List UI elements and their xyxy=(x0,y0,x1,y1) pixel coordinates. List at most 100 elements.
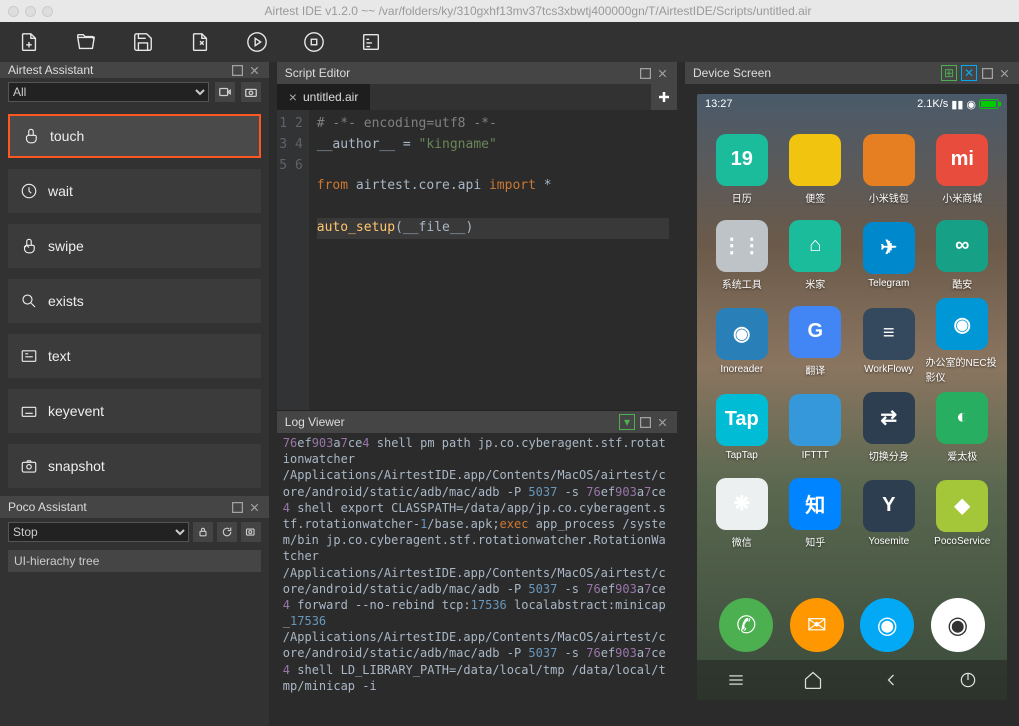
phone-home-grid[interactable]: 19日历便签小米钱包mi小米商城 ⋮⋮系统工具⌂米家✈Telegram∞酷安 ◉In… xyxy=(697,122,1007,660)
close-panel-icon[interactable] xyxy=(248,501,261,514)
lock-icon[interactable] xyxy=(193,522,213,542)
phone-dock[interactable]: ✆ ✉ ◉ ◉ xyxy=(697,590,1007,660)
main-toolbar xyxy=(0,22,1019,62)
inspect-icon[interactable] xyxy=(241,522,261,542)
filter-icon[interactable]: ▾ xyxy=(619,414,635,430)
app-icon[interactable]: ◉办公室的NEC投影仪 xyxy=(926,298,1000,384)
back-nav-icon[interactable] xyxy=(881,670,901,690)
new-file-icon[interactable] xyxy=(18,31,40,53)
assistant-item-label: touch xyxy=(50,128,84,144)
assistant-item-swipe[interactable]: swipe xyxy=(8,224,261,268)
close-window-icon[interactable] xyxy=(8,6,19,17)
app-label: 酷安 xyxy=(952,276,972,291)
camera-tool-icon[interactable] xyxy=(241,82,261,102)
device-screen-viewport[interactable]: 13:27 2.1K/s ▮▮ ◉ 19日历便签小米钱包mi小米商城⋮⋮系统工具… xyxy=(685,84,1019,726)
phone-time: 13:27 xyxy=(705,98,733,110)
window-titlebar: Airtest IDE v1.2.0 ~~ /var/folders/ky/31… xyxy=(0,0,1019,22)
close-panel-icon[interactable] xyxy=(248,64,261,77)
assistant-item-touch[interactable]: touch xyxy=(8,114,261,158)
app-icon[interactable]: ◆PocoService xyxy=(926,470,1000,556)
add-tab-button[interactable] xyxy=(651,84,677,110)
app-label: WorkFlowy xyxy=(864,364,913,375)
app-label: 日历 xyxy=(732,190,752,205)
assistant-item-wait[interactable]: wait xyxy=(8,169,261,213)
app-icon[interactable]: YYosemite xyxy=(852,470,926,556)
phone-mirror[interactable]: 13:27 2.1K/s ▮▮ ◉ 19日历便签小米钱包mi小米商城⋮⋮系统工具… xyxy=(697,94,1007,700)
open-folder-icon[interactable] xyxy=(75,31,97,53)
assistant-item-snapshot[interactable]: snapshot xyxy=(8,444,261,488)
detach-icon[interactable] xyxy=(639,416,652,429)
app-label: TapTap xyxy=(726,450,758,461)
assistant-item-keyevent[interactable]: keyevent xyxy=(8,389,261,433)
close-panel-icon[interactable] xyxy=(656,67,669,80)
dock-phone-icon[interactable]: ✆ xyxy=(719,598,773,652)
app-label: 切换分身 xyxy=(869,448,909,463)
app-icon[interactable]: mi小米商城 xyxy=(926,126,1000,212)
log-viewer-header: Log Viewer ▾ xyxy=(277,411,677,433)
editor-tab[interactable]: × untitled.air xyxy=(277,84,371,110)
app-label: Telegram xyxy=(868,278,909,289)
app-icon[interactable]: 便签 xyxy=(779,126,853,212)
assistant-item-text[interactable]: text xyxy=(8,334,261,378)
minimize-window-icon[interactable] xyxy=(25,6,36,17)
log-report-icon[interactable] xyxy=(360,31,382,53)
detach-icon[interactable] xyxy=(981,67,994,80)
log-output[interactable]: 76ef903a7ce4 shell pm path jp.co.cyberag… xyxy=(277,433,677,726)
device-screen-header: Device Screen ⊞ ✕ xyxy=(685,62,1019,84)
detach-icon[interactable] xyxy=(639,67,652,80)
assistant-item-label: snapshot xyxy=(48,458,105,474)
code-area[interactable]: # -*- encoding=utf8 -*- __author__ = "ki… xyxy=(309,110,677,410)
app-label: IFTTT xyxy=(802,450,829,461)
assistant-item-label: keyevent xyxy=(48,403,104,419)
app-icon[interactable]: ⇄切换分身 xyxy=(852,384,926,470)
dock-camera-icon[interactable]: ◉ xyxy=(931,598,985,652)
app-icon[interactable]: ⌂米家 xyxy=(779,212,853,298)
assistant-panel-header: Airtest Assistant xyxy=(0,62,269,78)
close-panel-icon[interactable] xyxy=(656,416,669,429)
app-icon[interactable]: 知知乎 xyxy=(779,470,853,556)
device-tools-icon[interactable]: ✕ xyxy=(961,65,977,81)
dock-msg-icon[interactable]: ✉ xyxy=(790,598,844,652)
detach-icon[interactable] xyxy=(231,64,244,77)
tab-close-icon[interactable]: × xyxy=(289,89,297,105)
stop-icon[interactable] xyxy=(303,31,325,53)
app-icon[interactable]: G翻译 xyxy=(779,298,853,384)
poco-tree-placeholder[interactable]: UI-hierachy tree xyxy=(8,550,261,572)
assistant-item-label: wait xyxy=(48,183,73,199)
app-icon[interactable]: ◐爱太极 xyxy=(926,384,1000,470)
save-icon[interactable] xyxy=(132,31,154,53)
app-icon[interactable]: ◉Inoreader xyxy=(705,298,779,384)
app-label: PocoService xyxy=(934,536,990,547)
app-icon[interactable]: ∞酷安 xyxy=(926,212,1000,298)
assistant-item-exists[interactable]: exists xyxy=(8,279,261,323)
app-icon[interactable]: 小米钱包 xyxy=(852,126,926,212)
record-icon[interactable] xyxy=(215,82,235,102)
assistant-filter-select[interactable]: All xyxy=(8,82,209,102)
code-editor[interactable]: 1 2 3 4 5 6 # -*- encoding=utf8 -*- __au… xyxy=(277,110,677,410)
power-nav-icon[interactable] xyxy=(958,670,978,690)
zoom-window-icon[interactable] xyxy=(42,6,53,17)
wifi-icon: ◉ xyxy=(966,98,976,111)
app-icon[interactable]: ✈Telegram xyxy=(852,212,926,298)
assistant-command-list: touch wait swipe exists text keyevent snapshot xyxy=(0,106,269,496)
app-icon[interactable]: TapTapTap xyxy=(705,384,779,470)
app-icon[interactable]: ❋微信 xyxy=(705,470,779,556)
app-icon[interactable]: 19日历 xyxy=(705,126,779,212)
poco-mode-select[interactable]: Stop xyxy=(8,522,189,542)
poco-title: Poco Assistant xyxy=(8,500,87,514)
close-panel-icon[interactable] xyxy=(998,67,1011,80)
dock-browser-icon[interactable]: ◉ xyxy=(860,598,914,652)
home-nav-icon[interactable] xyxy=(803,670,823,690)
refresh-icon[interactable] xyxy=(217,522,237,542)
app-icon[interactable]: ≡WorkFlowy xyxy=(852,298,926,384)
app-icon[interactable]: ⋮⋮系统工具 xyxy=(705,212,779,298)
export-icon[interactable] xyxy=(189,31,211,53)
menu-nav-icon[interactable] xyxy=(726,670,746,690)
phone-nav-bar[interactable] xyxy=(697,660,1007,700)
app-icon[interactable]: IFTTT xyxy=(779,384,853,470)
app-label: 系统工具 xyxy=(722,276,762,291)
detach-icon[interactable] xyxy=(231,501,244,514)
tab-label: untitled.air xyxy=(303,90,358,104)
play-icon[interactable] xyxy=(246,31,268,53)
device-select-icon[interactable]: ⊞ xyxy=(941,65,957,81)
